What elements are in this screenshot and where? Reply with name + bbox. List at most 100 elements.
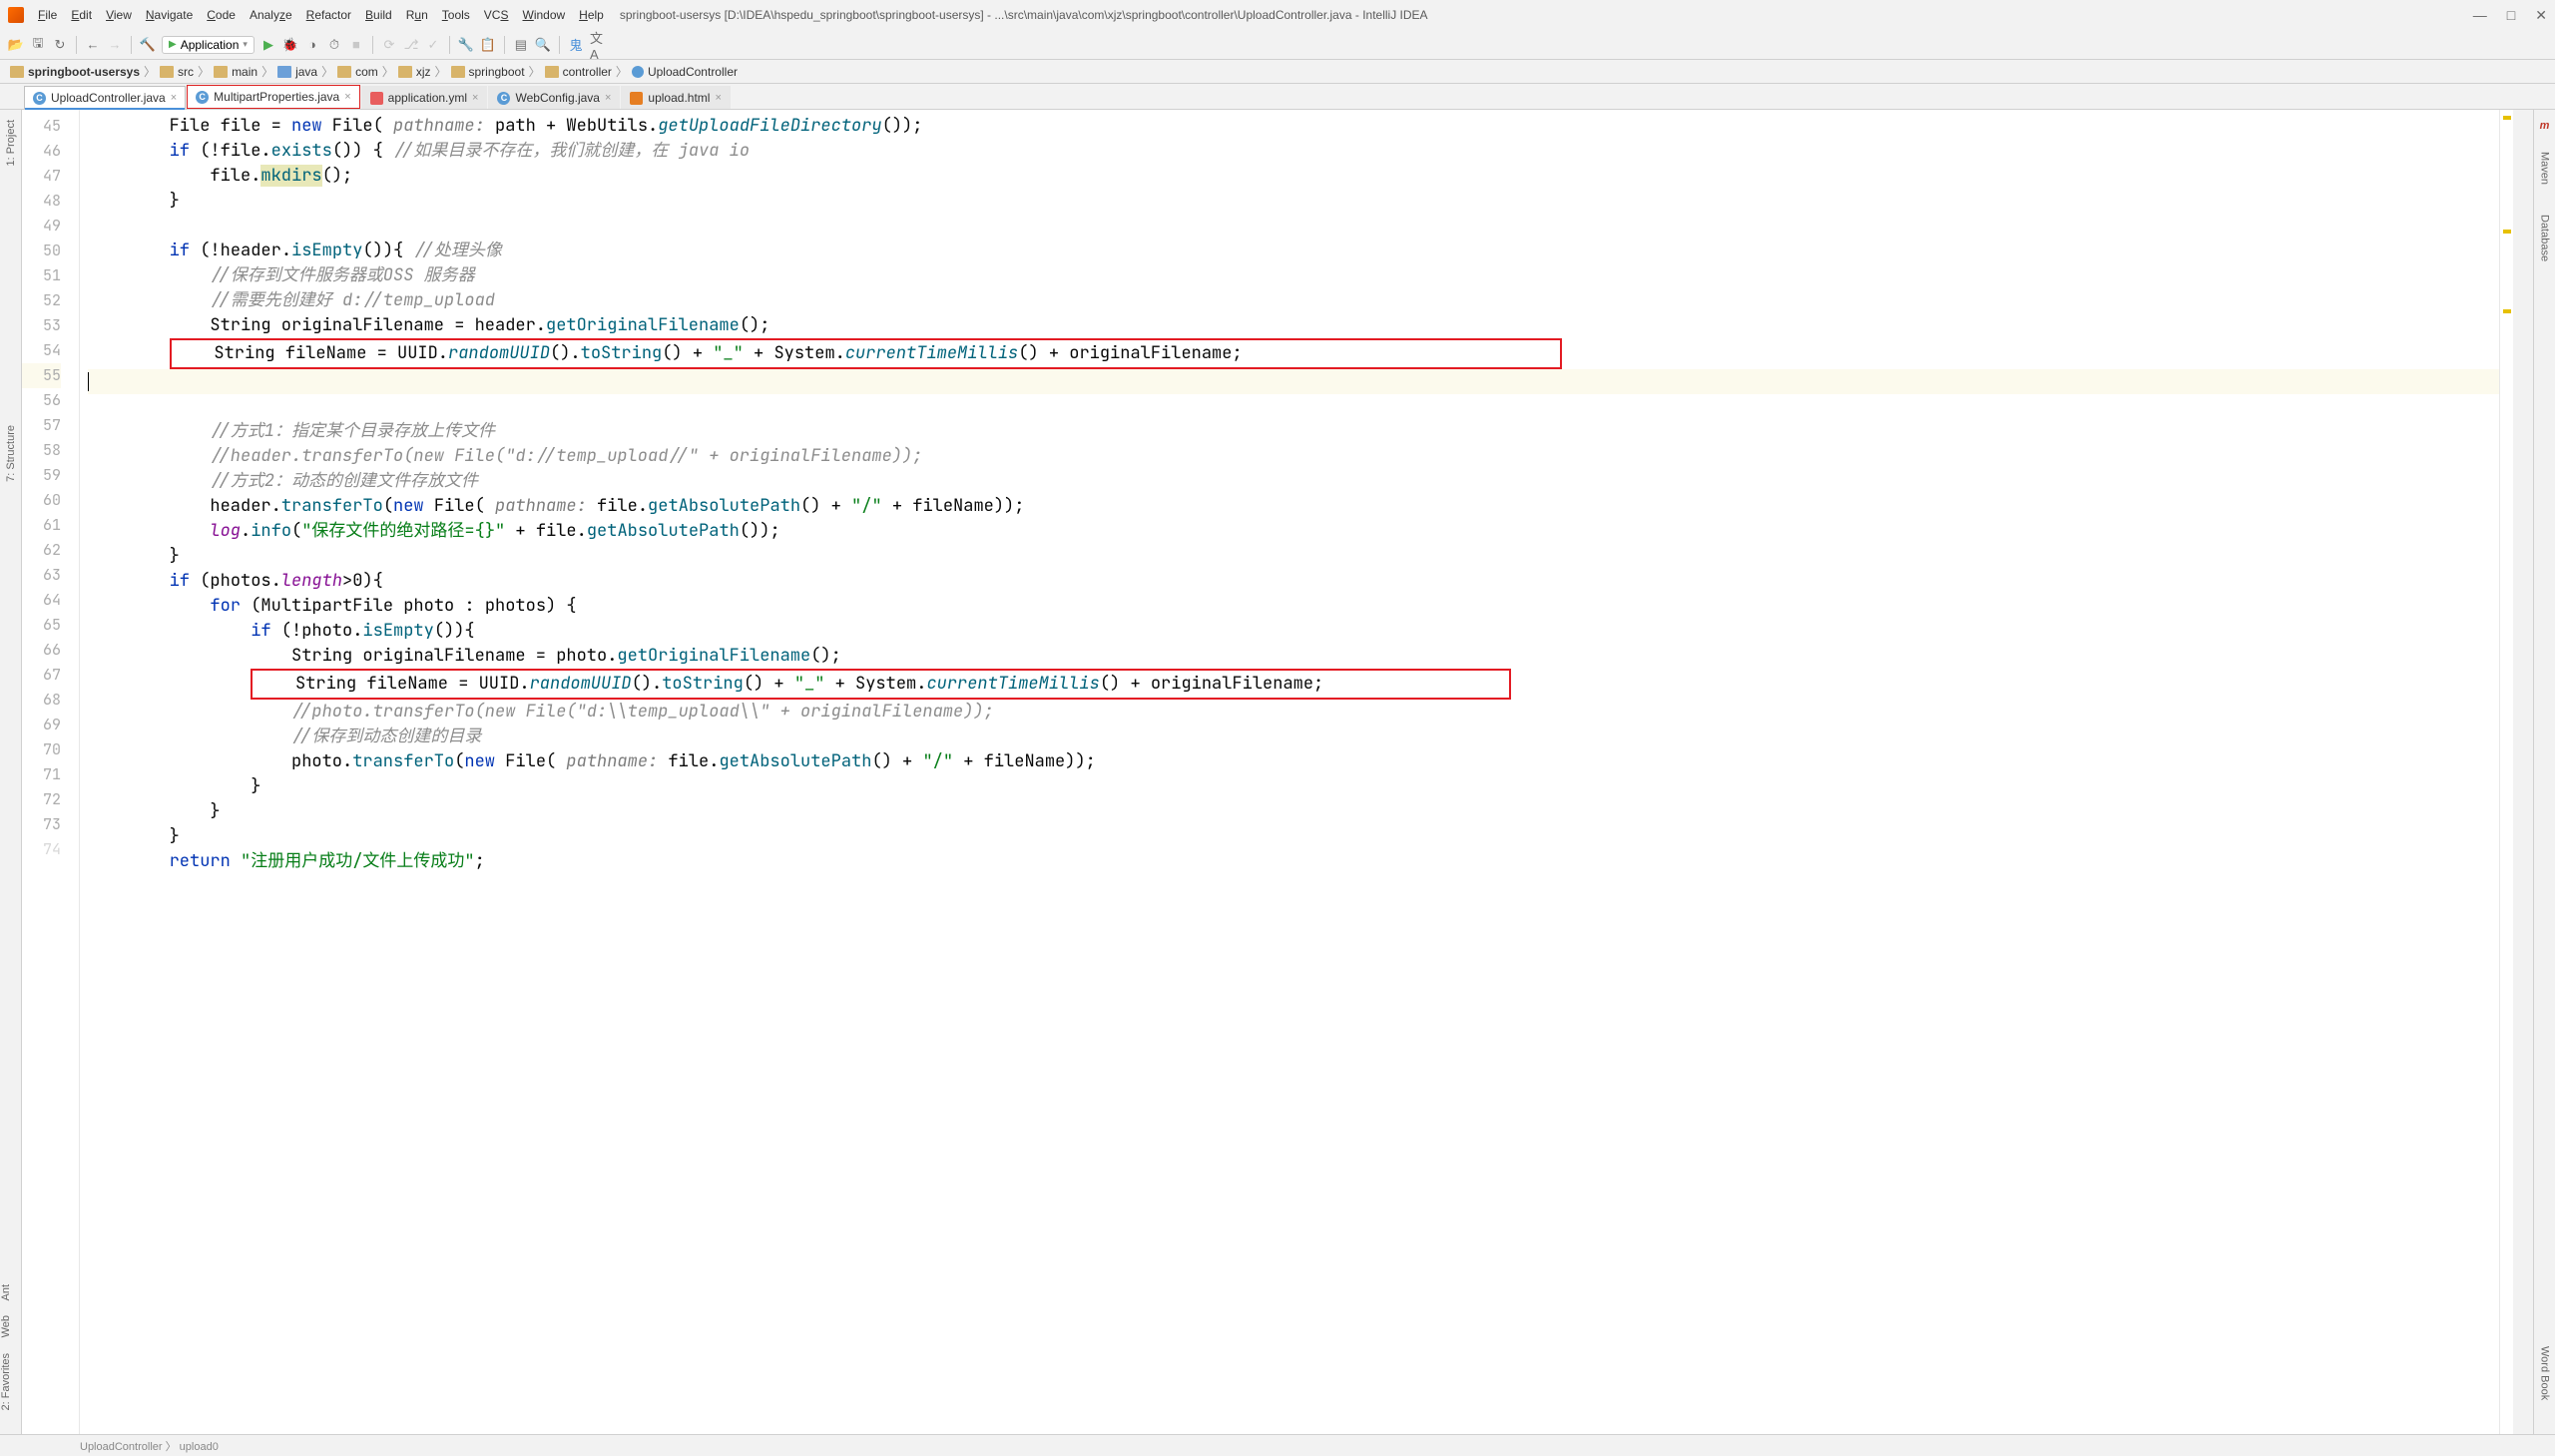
tab-application-yml[interactable]: application.yml × (361, 86, 488, 109)
folder-icon (214, 66, 228, 78)
close-button[interactable]: ✕ (2535, 7, 2547, 24)
scrollbar[interactable] (2513, 110, 2533, 1440)
bc-root[interactable]: springboot-usersys (10, 65, 140, 79)
search-icon[interactable]: 🔍 (535, 37, 551, 53)
java-class-icon (33, 92, 46, 105)
menu-analyze[interactable]: Analyze (244, 6, 298, 24)
folder-icon (398, 66, 412, 78)
maximize-button[interactable]: □ (2507, 7, 2515, 24)
folder-icon (545, 66, 559, 78)
tab-label: UploadController.java (51, 91, 166, 105)
line-gutter: 4546474849505152535455565758596061626364… (22, 110, 80, 1440)
rail-structure[interactable]: 7: Structure (5, 425, 17, 482)
java-class-icon (196, 91, 209, 104)
menu-navigate[interactable]: Navigate (140, 6, 199, 24)
bc-xjz[interactable]: xjz (398, 65, 431, 79)
close-icon[interactable]: × (605, 92, 611, 104)
rail-project[interactable]: 1: Project (5, 120, 17, 166)
menu-build[interactable]: Build (359, 6, 398, 24)
bc-main[interactable]: main (214, 65, 257, 79)
tab-upload-html[interactable]: upload.html × (621, 86, 730, 109)
menu-file[interactable]: File (32, 6, 63, 24)
main-toolbar: 📂 🖫 ↻ ← → 🔨 ▶ Application ▾ ▶ 🐞 ◑ ⏱ ■ ⟳ … (0, 30, 2555, 60)
editor[interactable]: 4546474849505152535455565758596061626364… (22, 110, 2533, 1440)
coverage-icon[interactable]: ◑ (304, 37, 320, 53)
code-area[interactable]: File file = new File( pathname: path + W… (80, 110, 2499, 1440)
rail-maven[interactable]: Maven (2539, 152, 2551, 185)
tab-multipart-properties[interactable]: MultipartProperties.java × (187, 85, 360, 109)
save-icon[interactable]: 🖫 (30, 37, 46, 53)
folder-icon (277, 66, 291, 78)
wrench-icon[interactable]: 🔧 (458, 37, 474, 53)
editor-tabs: UploadController.java × MultipartPropert… (0, 84, 2555, 110)
folder-icon (160, 66, 174, 78)
lang-icon[interactable]: 文A (590, 37, 606, 53)
structure-icon[interactable]: ▤ (513, 37, 529, 53)
back-icon[interactable]: ← (85, 37, 101, 53)
translate-icon[interactable]: ⻤ (568, 37, 584, 53)
close-icon[interactable]: × (715, 92, 721, 104)
yml-file-icon (370, 92, 383, 105)
bc-src[interactable]: src (160, 65, 194, 79)
minimize-button[interactable]: — (2473, 7, 2487, 24)
menu-edit[interactable]: Edit (65, 6, 98, 24)
java-class-icon (497, 92, 510, 105)
tab-web-config[interactable]: WebConfig.java × (488, 86, 620, 109)
toolbar-sep (504, 36, 505, 54)
bc-com[interactable]: com (337, 65, 378, 79)
menu-refactor[interactable]: Refactor (300, 6, 357, 24)
run-config-selector[interactable]: ▶ Application ▾ (162, 36, 255, 54)
bc-controller[interactable]: controller (545, 65, 612, 79)
run-icon[interactable]: ▶ (260, 37, 276, 53)
folder-icon (10, 66, 24, 78)
toolbar-sep (76, 36, 77, 54)
error-stripe[interactable] (2499, 110, 2513, 1440)
rail-wordbook[interactable]: Word Book (2539, 1346, 2551, 1400)
menu-bar: File Edit View Navigate Code Analyze Ref… (32, 6, 610, 24)
left-tool-rail: 1: Project 7: Structure 2: Favorites Web… (0, 110, 22, 1440)
toolbar-sep (449, 36, 450, 54)
rail-maven-icon[interactable]: m (2540, 120, 2550, 132)
close-icon[interactable]: × (344, 91, 350, 103)
rail-ant[interactable]: Ant (0, 1284, 22, 1301)
rail-database[interactable]: Database (2539, 215, 2551, 261)
app-logo-icon (8, 7, 24, 23)
menu-tools[interactable]: Tools (436, 6, 476, 24)
menu-help[interactable]: Help (573, 6, 610, 24)
forward-icon[interactable]: → (107, 37, 123, 53)
menu-view[interactable]: View (100, 6, 138, 24)
sync-icon[interactable]: ↻ (52, 37, 68, 53)
close-icon[interactable]: × (171, 92, 177, 104)
paste-icon[interactable]: 📋 (480, 37, 496, 53)
menu-window[interactable]: Window (516, 6, 571, 24)
stop-icon[interactable]: ■ (348, 37, 364, 53)
run-config-name: Application (181, 38, 240, 52)
toolbar-sep (372, 36, 373, 54)
menu-vcs[interactable]: VCS (478, 6, 515, 24)
build-icon[interactable]: 🔨 (140, 37, 156, 53)
update-icon[interactable]: ⟳ (381, 37, 397, 53)
folder-icon (337, 66, 351, 78)
menu-code[interactable]: Code (201, 6, 242, 24)
navigation-bar: springboot-usersys 〉 src 〉 main 〉 java 〉… (0, 60, 2555, 84)
commit-icon[interactable]: ✓ (425, 37, 441, 53)
bc-springboot[interactable]: springboot (451, 65, 525, 79)
tab-label: MultipartProperties.java (214, 90, 339, 104)
profile-icon[interactable]: ⏱ (326, 37, 342, 53)
toolbar-sep (559, 36, 560, 54)
bc-java[interactable]: java (277, 65, 317, 79)
bc-class[interactable]: UploadController (632, 65, 738, 79)
open-icon[interactable]: 📂 (8, 37, 24, 53)
right-tool-rail: m Maven Database Word Book (2533, 110, 2555, 1440)
window-controls: — □ ✕ (2473, 7, 2547, 24)
menu-run[interactable]: Run (400, 6, 434, 24)
debug-icon[interactable]: 🐞 (282, 37, 298, 53)
rail-favorites[interactable]: 2: Favorites (0, 1353, 22, 1410)
rail-web[interactable]: Web (0, 1315, 22, 1337)
tab-upload-controller[interactable]: UploadController.java × (24, 86, 186, 109)
status-crumb[interactable]: UploadController 〉 upload0 (80, 1438, 219, 1454)
close-icon[interactable]: × (472, 92, 478, 104)
folder-icon (451, 66, 465, 78)
git-icon[interactable]: ⎇ (403, 37, 419, 53)
tab-label: WebConfig.java (515, 91, 600, 105)
